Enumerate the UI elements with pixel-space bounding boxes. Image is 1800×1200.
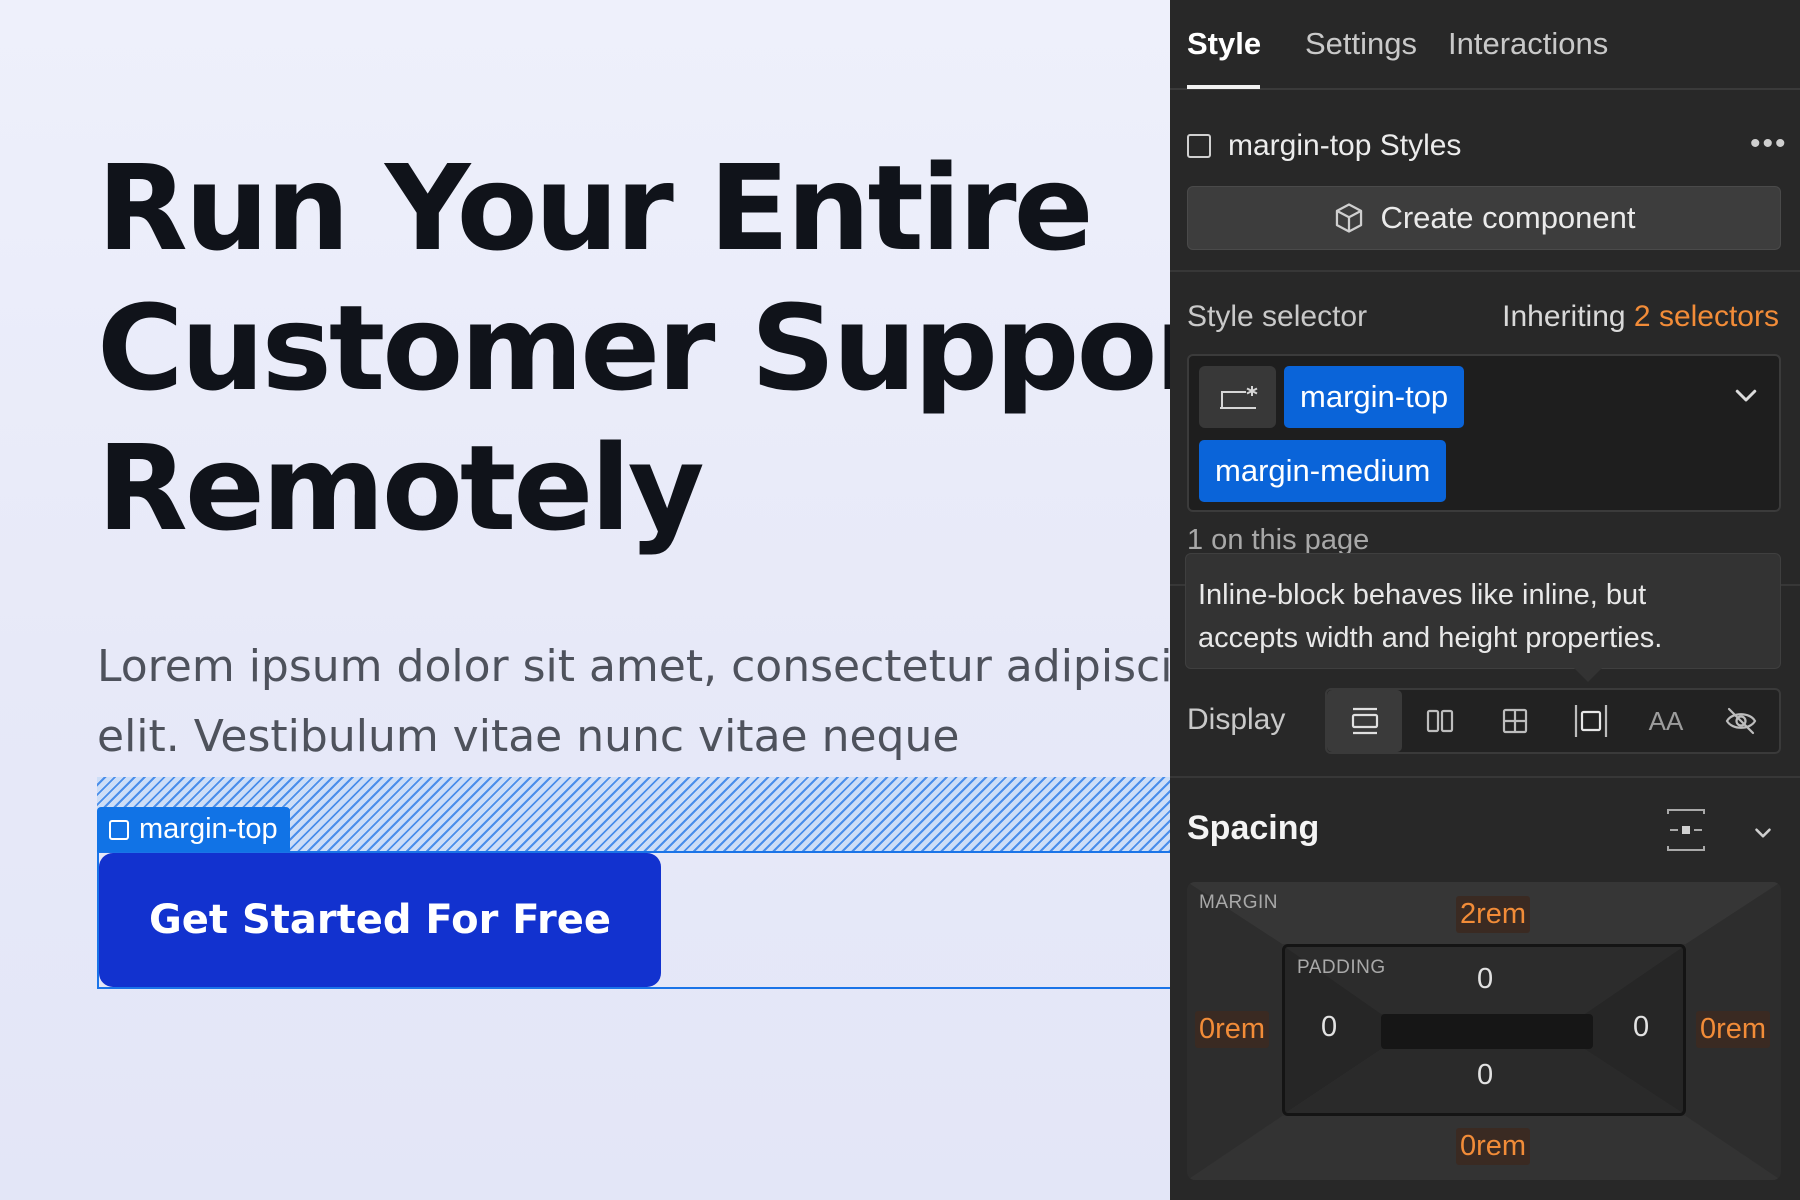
inheriting-info[interactable]: Inheriting 2 selectors — [1502, 300, 1779, 334]
display-inline-block-icon[interactable] — [1553, 690, 1628, 752]
create-component-label: Create component — [1380, 200, 1636, 235]
element-label-tag[interactable]: margin-top — [97, 807, 290, 852]
tooltip-line: accepts width and height properties. — [1198, 622, 1663, 654]
display-block-icon[interactable] — [1327, 690, 1403, 752]
tab-interactions[interactable]: Interactions — [1448, 26, 1608, 62]
headline-line: Run Your Entire — [97, 139, 1094, 277]
box-model-editor: MARGIN 2rem 0rem 0rem 0rem PADDING 0 0 0… — [1187, 882, 1781, 1180]
tab-settings[interactable]: Settings — [1305, 26, 1417, 62]
display-grid-icon[interactable] — [1478, 690, 1553, 752]
divider — [1170, 776, 1800, 778]
margin-label: MARGIN — [1199, 892, 1278, 913]
hero-headline: Run Your Entire Customer Support Remotel… — [97, 138, 1170, 558]
style-selector-label: Style selector — [1187, 300, 1368, 333]
padding-box: PADDING 0 0 0 0 — [1282, 944, 1686, 1116]
display-hidden-icon[interactable] — [1704, 690, 1779, 752]
inheriting-prefix: Inheriting — [1502, 300, 1626, 333]
padding-top-value[interactable]: 0 — [1477, 963, 1493, 996]
subtext-line: Lorem ipsum dolor sit amet, consectetur … — [97, 641, 1170, 692]
class-square-icon — [1187, 134, 1211, 158]
padding-label: PADDING — [1297, 957, 1386, 978]
display-options: AA — [1325, 688, 1781, 754]
display-tooltip: Inline-block behaves like inline, but ac… — [1185, 553, 1781, 669]
padding-right-value[interactable]: 0 — [1633, 1011, 1649, 1044]
headline-line: Customer Support — [97, 279, 1170, 417]
spacing-mode-icon[interactable] — [1664, 808, 1708, 852]
styles-header: margin-top Styles ••• — [1187, 126, 1787, 166]
more-options-icon[interactable]: ••• — [1750, 126, 1788, 162]
get-started-button[interactable]: Get Started For Free — [99, 853, 661, 987]
padding-bottom-value[interactable]: 0 — [1477, 1059, 1493, 1092]
subtext-line: elit. Vestibulum vitae nunc vitae neque — [97, 711, 960, 762]
class-token-icon[interactable] — [1199, 366, 1276, 428]
design-canvas: Run Your Entire Customer Support Remotel… — [0, 0, 1170, 1200]
headline-line: Remotely — [97, 419, 705, 557]
hero-subtext: Lorem ipsum dolor sit amet, consectetur … — [97, 632, 1170, 772]
margin-right-value[interactable]: 0rem — [1696, 1011, 1771, 1048]
selector-chip-margin-top[interactable]: margin-top — [1284, 366, 1465, 428]
panel-tabs: Style Settings Interactions — [1170, 0, 1800, 90]
inline-text-glyph: AA — [1648, 706, 1684, 736]
inheriting-count: 2 selectors — [1633, 300, 1779, 333]
spacing-section-title: Spacing — [1187, 809, 1320, 847]
tooltip-line: Inline-block behaves like inline, but — [1198, 579, 1647, 611]
selector-chip-margin-medium[interactable]: margin-medium — [1199, 440, 1447, 502]
margin-top-value[interactable]: 2rem — [1456, 896, 1531, 933]
element-label-text: margin-top — [139, 813, 278, 845]
margin-left-value[interactable]: 0rem — [1195, 1011, 1270, 1048]
chevron-down-icon[interactable] — [1750, 820, 1776, 846]
style-selector-field[interactable]: margin-top margin-medium — [1187, 354, 1781, 512]
active-tab-indicator — [1187, 85, 1260, 89]
padding-left-value[interactable]: 0 — [1321, 1011, 1337, 1044]
display-label: Display — [1187, 703, 1286, 736]
divider — [1170, 270, 1800, 272]
margin-bottom-value[interactable]: 0rem — [1456, 1128, 1531, 1165]
style-panel: Style Settings Interactions margin-top S… — [1170, 0, 1800, 1200]
content-box — [1381, 1014, 1593, 1049]
display-flex-icon[interactable] — [1402, 690, 1477, 752]
component-box-icon — [1336, 203, 1363, 233]
tooltip-arrow — [1574, 668, 1602, 682]
tab-style[interactable]: Style — [1187, 26, 1261, 62]
styles-title: margin-top Styles — [1228, 129, 1462, 162]
create-component-button[interactable]: Create component — [1187, 186, 1781, 250]
chevron-down-icon[interactable] — [1731, 380, 1761, 410]
class-square-icon — [109, 819, 129, 840]
display-inline-text-icon[interactable]: AA — [1628, 690, 1703, 752]
